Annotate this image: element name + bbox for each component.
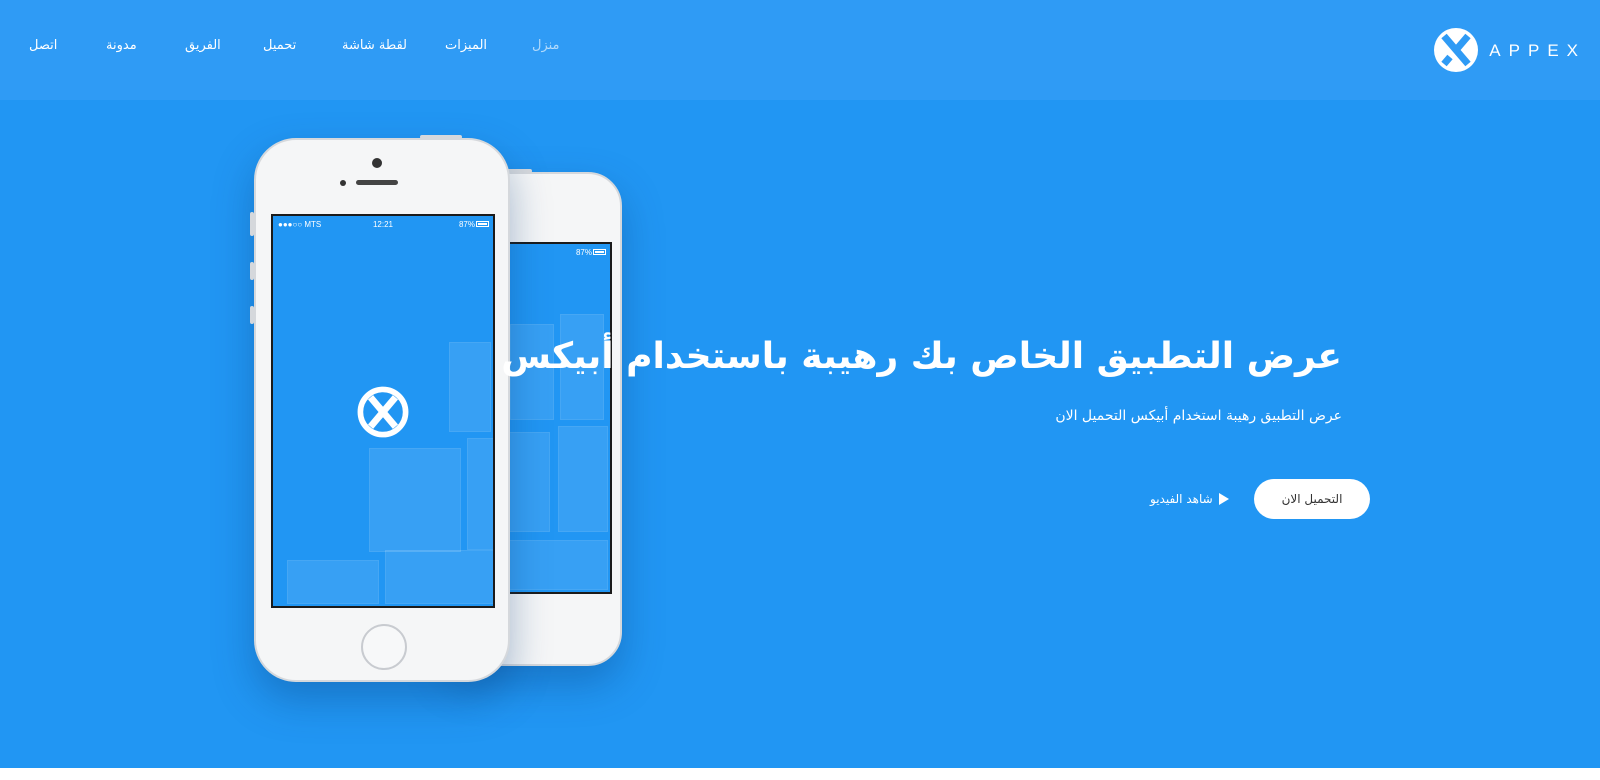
hero-subtitle: عرض التطبيق رهيبة استخدام أبيكس التحميل … — [1055, 408, 1342, 424]
phone-screen-front: ●●●○○ MTS 12:21 87% — [271, 214, 495, 608]
ghost-card — [558, 426, 608, 532]
phone-earpiece — [356, 180, 398, 185]
navbar: APPEX منزل الميزات لقطة شاشة تحميل الفري… — [0, 0, 1600, 100]
home-button — [361, 624, 407, 670]
battery-text: 87% — [575, 248, 592, 257]
ghost-card — [369, 448, 461, 552]
ghost-card — [287, 560, 379, 604]
ghost-card — [467, 438, 493, 550]
phone-side-button — [250, 262, 254, 280]
status-bar: ●●●○○ MTS 12:21 87% — [273, 220, 493, 230]
battery-text: 87% — [458, 220, 475, 229]
nav-item-download[interactable]: تحميل — [263, 38, 296, 53]
phone-side-button — [250, 212, 254, 236]
ghost-card — [385, 550, 493, 604]
appex-x-logo-icon — [357, 386, 409, 438]
nav-item-contact[interactable]: اتصل — [29, 38, 57, 53]
brand[interactable]: APPEX — [1433, 26, 1586, 74]
hero-section: APPEX منزل الميزات لقطة شاشة تحميل الفري… — [0, 0, 1600, 768]
phone-sensor — [340, 180, 346, 186]
download-now-button[interactable]: التحميل الان — [1254, 479, 1370, 519]
nav-item-home[interactable]: منزل — [532, 38, 560, 53]
nav-item-screenshot[interactable]: لقطة شاشة — [342, 38, 407, 53]
battery-icon — [593, 249, 606, 255]
nav-item-team[interactable]: الفريق — [185, 38, 221, 53]
phone-top-button — [420, 135, 462, 139]
nav-item-features[interactable]: الميزات — [445, 38, 487, 53]
phone-side-button — [250, 306, 254, 324]
phone-camera — [372, 158, 382, 168]
battery-icon — [476, 221, 489, 227]
watch-video-label: شاهد الفيديو — [1150, 492, 1213, 506]
brand-name: APPEX — [1489, 41, 1586, 60]
nav-item-blog[interactable]: مدونة — [106, 38, 137, 53]
hero-title: عرض التطبيق الخاص بك رهيبة باستخدام أبيك… — [501, 336, 1342, 377]
phone-mockup-front: ●●●○○ MTS 12:21 87% — [250, 135, 510, 682]
watch-video-button[interactable]: شاهد الفيديو — [1150, 489, 1229, 509]
appex-x-logo-icon — [1434, 28, 1479, 72]
play-icon — [1218, 493, 1229, 505]
ghost-card — [449, 342, 491, 432]
